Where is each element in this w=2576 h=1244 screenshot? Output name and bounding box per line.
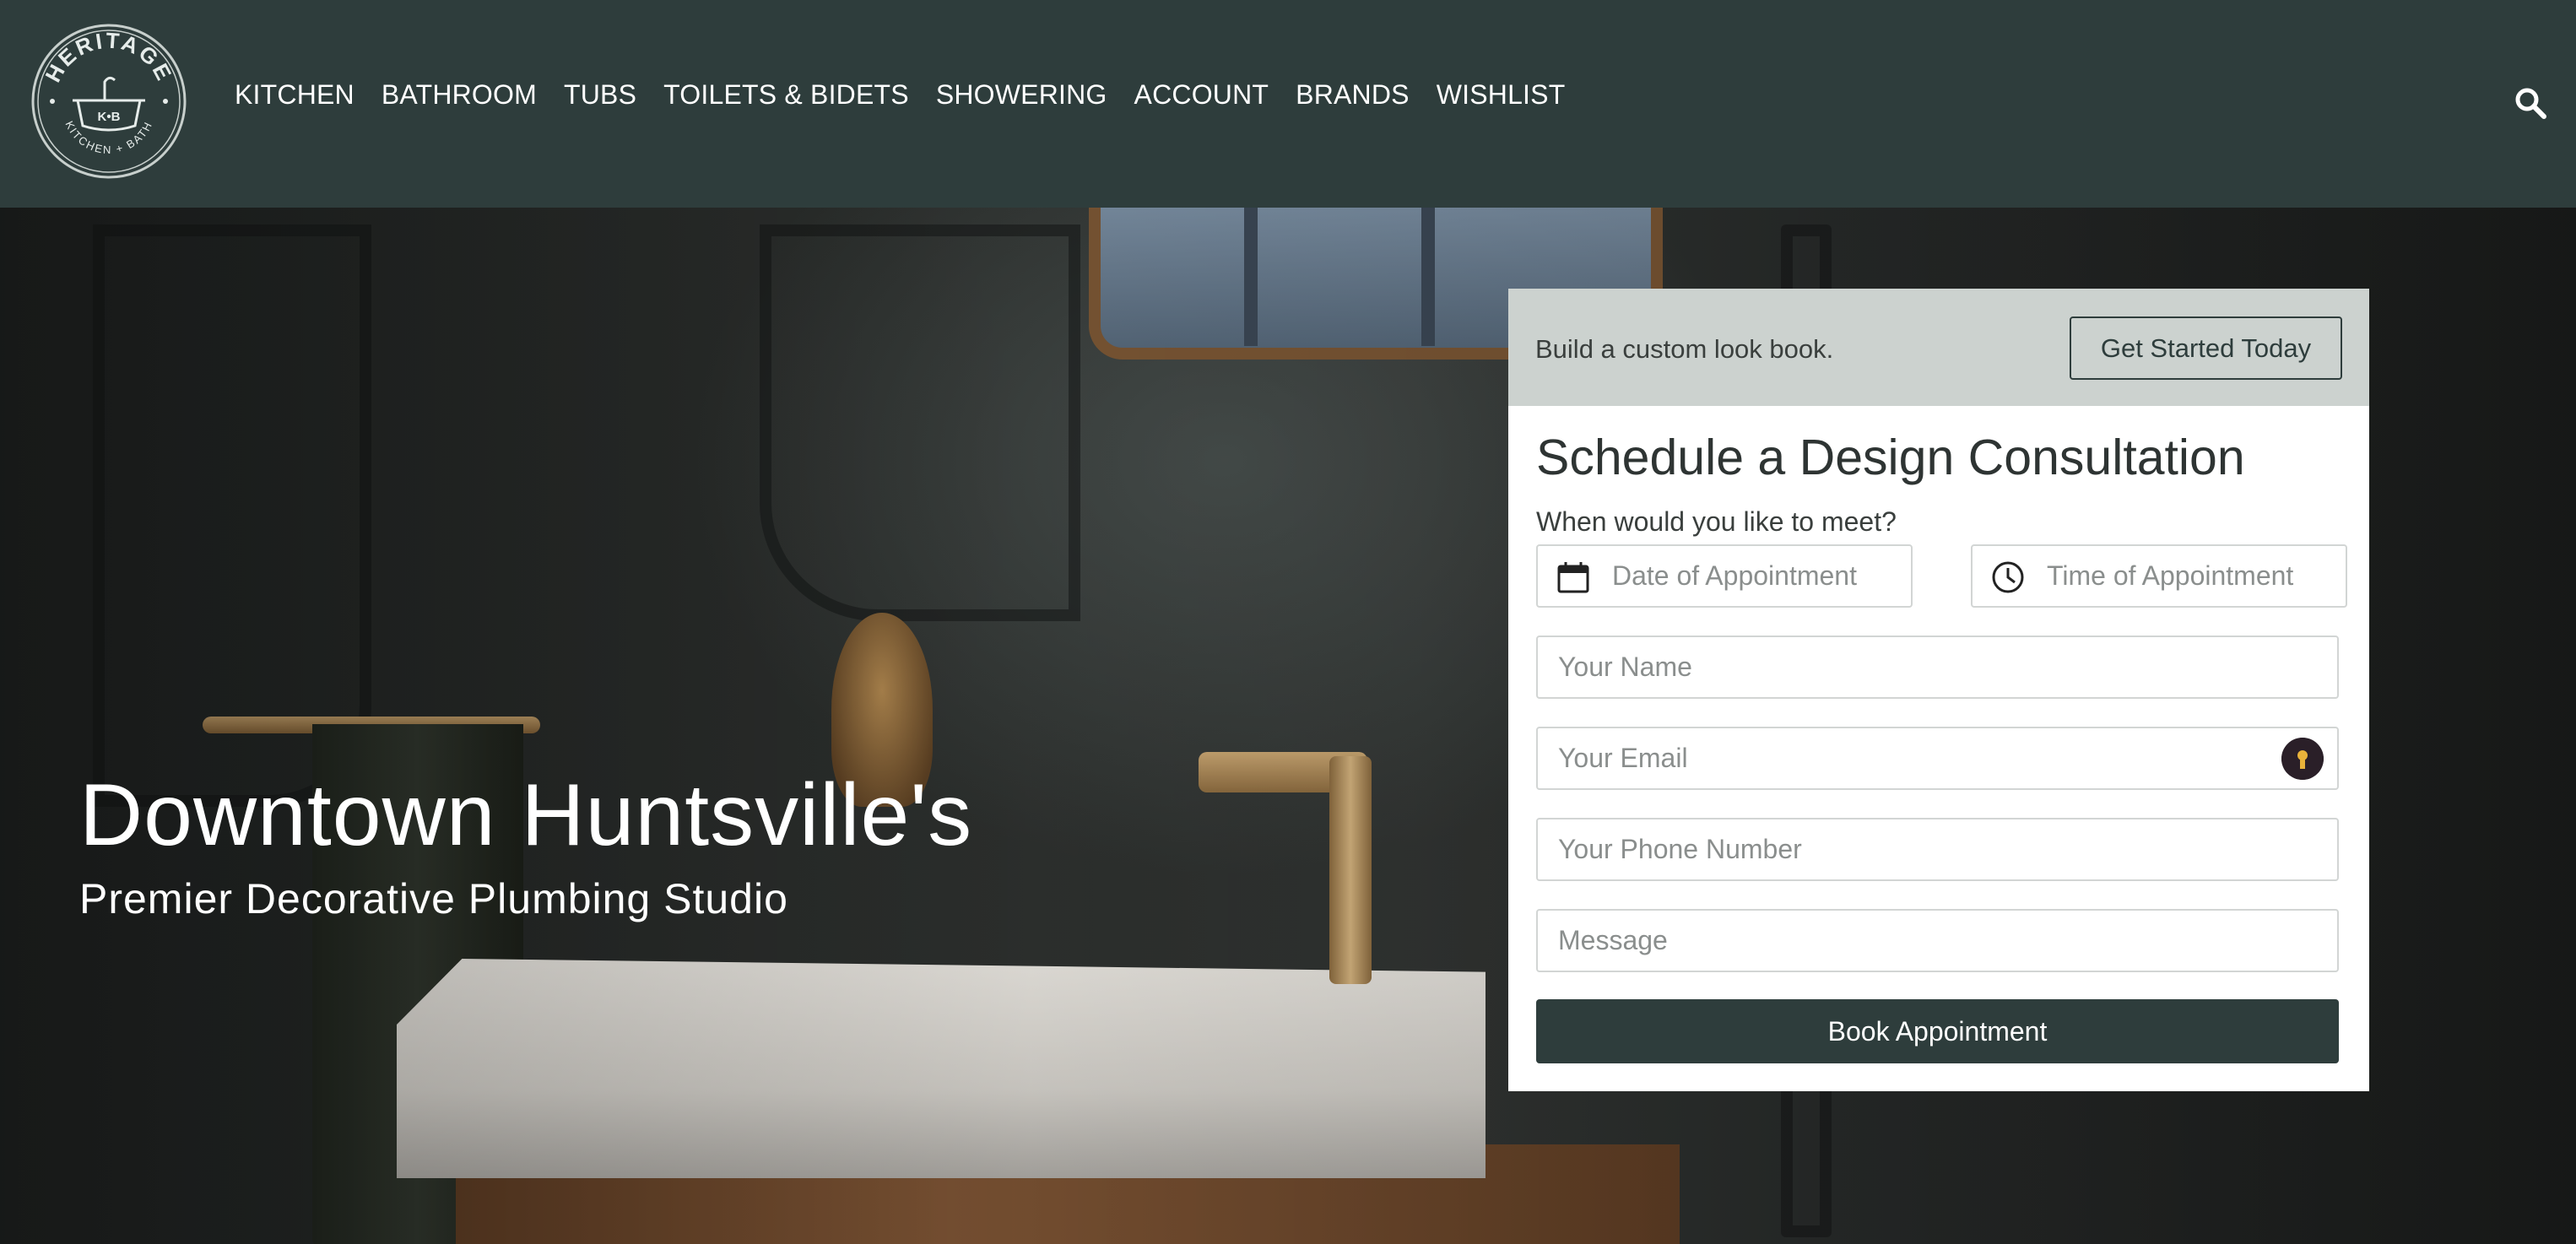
phone-input[interactable] xyxy=(1538,819,2337,879)
search-icon[interactable] xyxy=(2514,86,2547,120)
hero-subtitle: Premier Decorative Plumbing Studio xyxy=(79,875,788,922)
phone-field[interactable] xyxy=(1536,818,2339,881)
logo-tagline: KITCHEN + BATH xyxy=(62,119,153,156)
nav-item-wishlist[interactable]: WISHLIST xyxy=(1437,81,1566,108)
nav-item-account[interactable]: ACCOUNT xyxy=(1134,81,1269,108)
message-input[interactable] xyxy=(1538,911,2337,971)
hero-title: Downtown Huntsville's xyxy=(79,766,973,864)
nav-item-showering[interactable]: SHOWERING xyxy=(936,81,1107,108)
consultation-form-card: Build a custom look book. Get Started To… xyxy=(1508,289,2369,1091)
look-book-text: Build a custom look book. xyxy=(1535,334,1834,364)
svg-text:KITCHEN + BATH: KITCHEN + BATH xyxy=(62,119,154,156)
nav-item-kitchen[interactable]: KITCHEN xyxy=(235,81,354,108)
book-appointment-button[interactable]: Book Appointment xyxy=(1536,999,2339,1063)
name-input[interactable] xyxy=(1538,637,2337,697)
nav-item-tubs[interactable]: TUBS xyxy=(564,81,636,108)
nav-item-toilets-bidets[interactable]: TOILETS & BIDETS xyxy=(663,81,909,108)
date-field[interactable] xyxy=(1536,544,1913,608)
look-book-promo: Build a custom look book. Get Started To… xyxy=(1508,289,2369,406)
name-field[interactable] xyxy=(1536,636,2339,699)
site-header: HERITAGE KITCHEN + BATH K•B KITCHEN BATH… xyxy=(0,0,2576,208)
meeting-question: When would you like to meet? xyxy=(1536,506,1897,537)
message-field[interactable] xyxy=(1536,909,2339,972)
get-started-button[interactable]: Get Started Today xyxy=(2070,316,2342,380)
time-input[interactable] xyxy=(1973,546,2346,606)
nav-item-bathroom[interactable]: BATHROOM xyxy=(382,81,537,108)
form-title: Schedule a Design Consultation xyxy=(1536,430,2245,485)
email-field[interactable] xyxy=(1536,727,2339,790)
main-nav: KITCHEN BATHROOM TUBS TOILETS & BIDETS S… xyxy=(235,81,1592,108)
password-manager-key-icon[interactable] xyxy=(2281,738,2324,780)
nav-item-brands[interactable]: BRANDS xyxy=(1296,81,1410,108)
heritage-logo[interactable]: HERITAGE KITCHEN + BATH K•B xyxy=(30,23,187,180)
date-input[interactable] xyxy=(1538,546,1911,606)
time-field[interactable] xyxy=(1971,544,2347,608)
logo-initials: K•B xyxy=(98,110,121,124)
email-input[interactable] xyxy=(1538,728,2337,788)
